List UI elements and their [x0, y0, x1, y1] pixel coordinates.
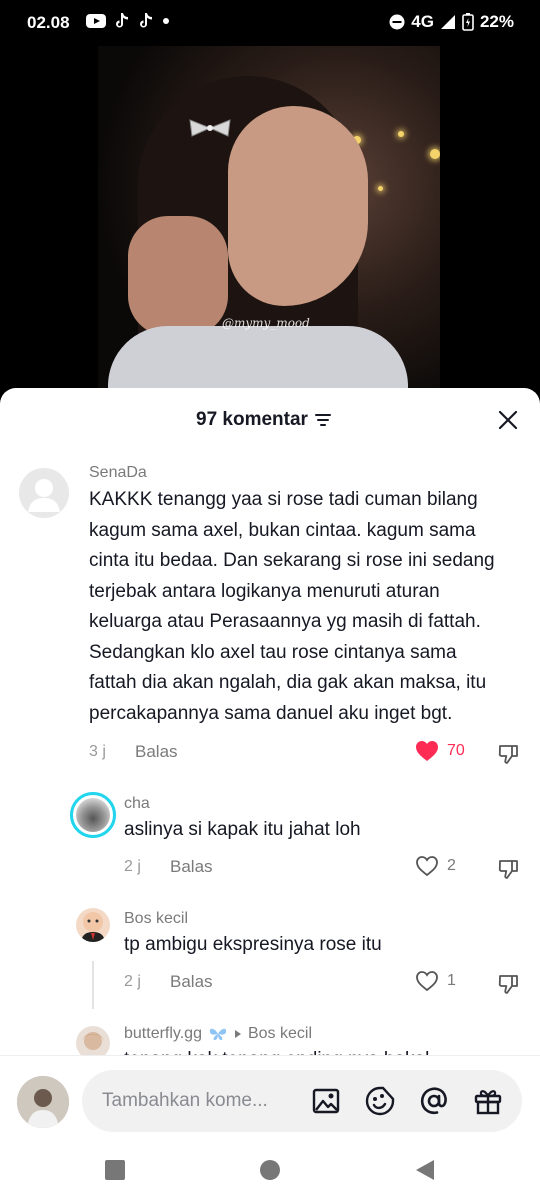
reply-arrow-icon	[234, 1030, 241, 1038]
my-avatar[interactable]	[17, 1076, 69, 1128]
notification-icons	[86, 12, 170, 30]
default-avatar[interactable]	[19, 468, 69, 518]
image-icon[interactable]	[310, 1085, 342, 1117]
person-icon	[28, 479, 60, 512]
butterfly-icon	[209, 1028, 227, 1040]
like-count: 2	[447, 857, 456, 874]
reply-username[interactable]: Bos kecil	[124, 910, 188, 928]
video-watermark: @mymy_mood	[222, 316, 310, 330]
bokeh-light	[398, 131, 404, 137]
comment-input[interactable]: Tambahkan kome...	[82, 1070, 522, 1132]
like-button[interactable]: 70	[415, 740, 465, 762]
reply-button[interactable]: Balas	[170, 972, 213, 992]
user-avatar[interactable]	[76, 908, 110, 942]
avatar-image	[81, 912, 105, 942]
dislike-icon[interactable]	[497, 742, 521, 766]
reply-time: 2 j	[124, 858, 141, 875]
comment-composer: Tambahkan kome...	[0, 1055, 540, 1145]
reply-item: Bos kecil tp ambigu ekspresinya rose itu…	[0, 903, 540, 1003]
tiktok-icon	[140, 13, 152, 28]
dislike-icon[interactable]	[497, 972, 521, 996]
reply-item: butterfly.gg Bos kecil tenang kak tenang…	[0, 1018, 540, 1058]
dislike-icon[interactable]	[497, 857, 521, 881]
tiktok-icon	[116, 13, 128, 28]
reply-time: 2 j	[124, 973, 141, 990]
emoji-icon[interactable]	[364, 1085, 396, 1117]
thread-line	[92, 961, 94, 1009]
video-figure-shirt	[108, 326, 408, 390]
home-button[interactable]	[259, 1159, 281, 1181]
comment-username[interactable]: SenaDa	[89, 464, 147, 482]
comments-header: 97 komentar	[0, 388, 540, 450]
heart-outline-icon	[416, 856, 438, 877]
reply-text: aslinya si kapak itu jahat loh	[124, 819, 361, 840]
status-time: 02.08	[27, 13, 70, 32]
close-icon[interactable]	[496, 408, 520, 432]
heart-filled-icon	[416, 741, 438, 761]
recents-button[interactable]	[104, 1159, 126, 1181]
user-avatar[interactable]	[76, 1026, 110, 1058]
heart-outline-icon	[416, 971, 438, 992]
reply-text: tp ambigu ekspresinya rose itu	[124, 934, 382, 955]
reply-button[interactable]: Balas	[135, 742, 178, 762]
comment-input-placeholder: Tambahkan kome...	[102, 1090, 268, 1111]
network-label: 4G	[411, 12, 434, 31]
avatar-image	[76, 798, 110, 832]
mention-icon[interactable]	[418, 1085, 450, 1117]
comment-text: KAKKK tenangg yaa si rose tadi cuman bil…	[89, 489, 495, 724]
comments-count: 97 komentar	[196, 409, 332, 431]
reply-username[interactable]: cha	[124, 795, 150, 813]
bokeh-light	[430, 149, 440, 159]
comment-time: 3 j	[89, 743, 106, 760]
reply-username[interactable]: butterfly.gg	[124, 1025, 202, 1043]
video-figure-hand	[128, 216, 228, 336]
avatar-image	[17, 1076, 69, 1128]
reply-username-row: butterfly.gg Bos kecil	[124, 1025, 312, 1043]
do-not-disturb-icon	[389, 14, 405, 30]
avatar-image	[82, 1032, 104, 1050]
youtube-icon	[86, 14, 106, 28]
battery-percent: 22%	[479, 12, 514, 31]
reply-target[interactable]: Bos kecil	[248, 1025, 312, 1043]
signal-icon	[440, 15, 455, 29]
comments-title: 97 komentar	[196, 409, 308, 430]
bokeh-light	[378, 186, 383, 191]
sort-icon[interactable]	[314, 413, 332, 427]
video-player[interactable]: @mymy_mood	[98, 46, 440, 390]
user-avatar[interactable]	[70, 792, 116, 838]
like-button[interactable]: 2	[415, 855, 456, 877]
reply-item: cha aslinya si kapak itu jahat loh 2 j B…	[0, 788, 540, 888]
system-icons: 4G 22%	[389, 12, 514, 32]
reply-button[interactable]: Balas	[170, 857, 213, 877]
like-count: 70	[447, 742, 465, 759]
dot-icon	[163, 18, 169, 24]
video-figure-face	[228, 106, 368, 306]
system-navbar	[0, 1145, 540, 1200]
hair-bow	[189, 119, 231, 137]
status-bar: 02.08 4G 22%	[0, 0, 540, 46]
comment-item: SenaDa KAKKK tenangg yaa si rose tadi cu…	[0, 458, 540, 768]
like-count: 1	[447, 972, 456, 989]
battery-icon	[462, 13, 474, 31]
back-button[interactable]	[414, 1159, 436, 1181]
like-button[interactable]: 1	[415, 970, 456, 992]
gift-icon[interactable]	[472, 1085, 504, 1117]
